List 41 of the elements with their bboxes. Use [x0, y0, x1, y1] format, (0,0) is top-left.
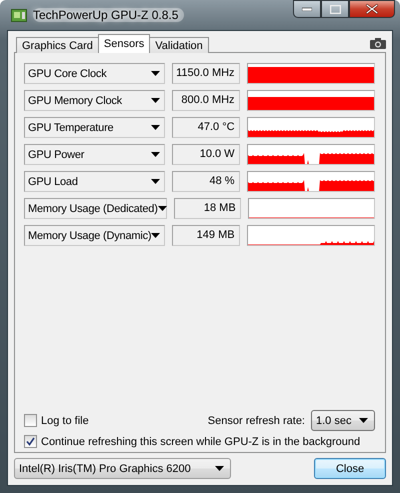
caret-icon [158, 206, 167, 211]
tab[interactable]: Sensors [98, 34, 150, 53]
caret-icon [151, 179, 160, 184]
caret-icon [151, 233, 160, 238]
sensor-dropdown[interactable]: GPU Load [24, 171, 166, 192]
caret-icon [359, 418, 368, 423]
sensor-value: 1150.0 MHz [172, 63, 240, 84]
caret-icon [151, 71, 160, 76]
minimize-icon [302, 7, 312, 11]
caret-icon [215, 466, 224, 471]
sensor-value: 149 MB [172, 225, 240, 246]
tab[interactable]: Validation [149, 37, 209, 53]
refresh-rate-dropdown[interactable]: 1.0 sec [311, 410, 375, 431]
sensor-dropdown[interactable]: Memory Usage (Dynamic) [24, 225, 166, 246]
app-icon [11, 9, 27, 22]
caret-icon [151, 125, 160, 130]
close-icon [366, 4, 378, 14]
gpu-dropdown[interactable]: Intel(R) Iris(TM) Pro Graphics 6200 [14, 458, 231, 479]
sensor-value: 800.0 MHz [172, 90, 240, 111]
sensor-value: 18 MB [174, 198, 241, 219]
sensor-dropdown[interactable]: GPU Power [24, 144, 166, 165]
sensor-value: 47.0 °C [172, 117, 240, 138]
caret-icon [151, 152, 160, 157]
close-window-button[interactable] [349, 0, 395, 18]
maximize-icon [330, 4, 340, 14]
sensor-value: 10.0 W [172, 144, 240, 165]
maximize-button[interactable] [321, 0, 349, 18]
minimize-button[interactable] [293, 0, 321, 18]
close-button[interactable]: Close [314, 458, 386, 479]
sensor-dropdown[interactable]: Memory Usage (Dedicated) [24, 198, 167, 219]
sensor-dropdown[interactable]: GPU Core Clock [24, 63, 166, 84]
sensor-value: 48 % [172, 171, 240, 192]
sensor-dropdown[interactable]: GPU Memory Clock [24, 90, 166, 111]
checkmark-icon [26, 437, 35, 446]
caret-icon [151, 98, 160, 103]
refresh-rate-label: Sensor refresh rate: [208, 414, 305, 426]
sensor-dropdown[interactable]: GPU Temperature [24, 117, 166, 138]
tab[interactable]: Graphics Card [16, 37, 99, 53]
camera-icon[interactable] [370, 38, 386, 49]
continue-refreshing-checkbox[interactable]: Continue refreshing this screen while GPU-Z is in the background [24, 435, 375, 448]
log-checkbox[interactable]: Log to file [24, 414, 89, 427]
